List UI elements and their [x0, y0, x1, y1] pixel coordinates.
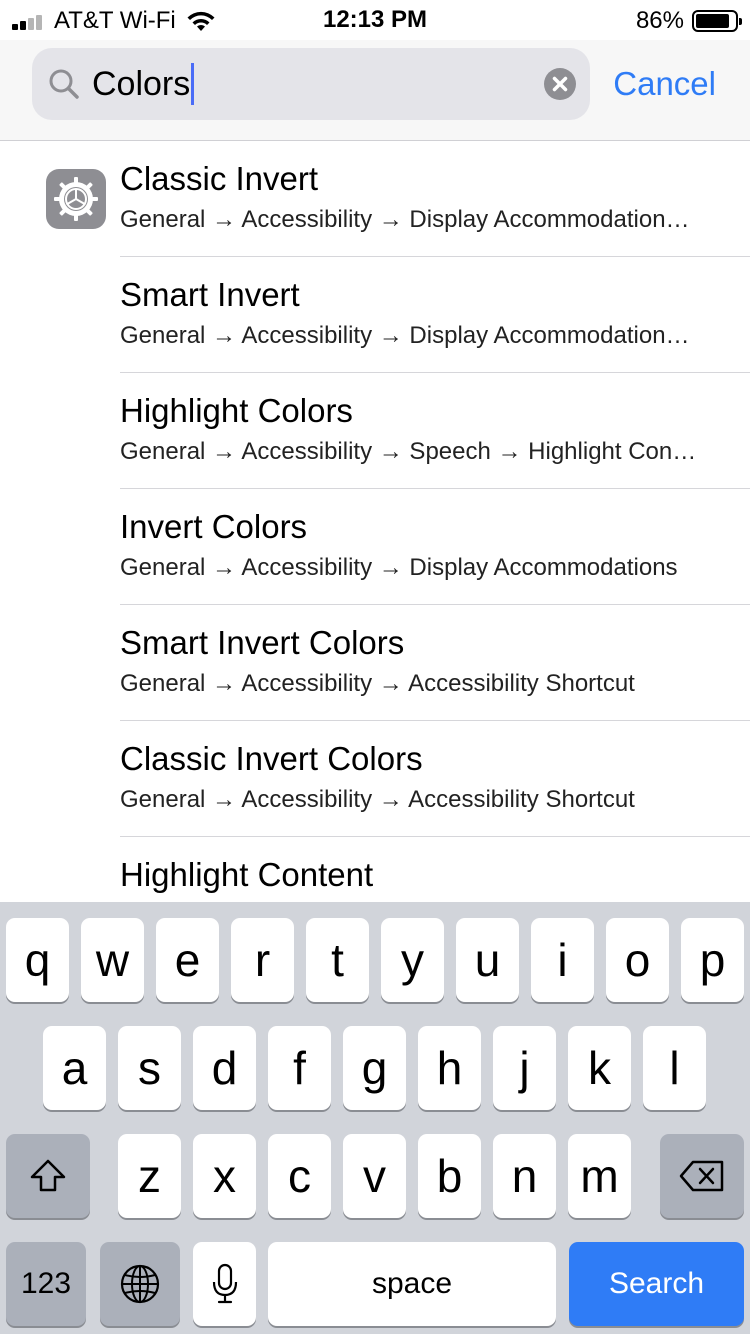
result-item-highlight-content[interactable]: Highlight Content: [0, 837, 750, 902]
backspace-icon: [679, 1160, 724, 1192]
key-j[interactable]: j: [493, 1026, 556, 1110]
result-title: Classic Invert: [120, 160, 319, 197]
result-item-classic-invert[interactable]: Classic Invert General → Accessibility →…: [0, 141, 750, 257]
result-path: General → Accessibility → Accessibility …: [120, 786, 635, 813]
key-a[interactable]: a: [43, 1026, 106, 1110]
key-y[interactable]: y: [381, 918, 444, 1002]
key-n[interactable]: n: [493, 1134, 556, 1218]
result-path: General → Accessibility → Display Accomm…: [120, 322, 690, 349]
result-path: General → Accessibility → Speech → Highl…: [120, 438, 697, 465]
result-item-smart-invert[interactable]: Smart Invert General → Accessibility → D…: [0, 257, 750, 373]
result-path: General → Accessibility → Display Accomm…: [120, 554, 678, 581]
search-icon: [49, 69, 79, 99]
clear-text-icon[interactable]: [544, 68, 576, 100]
result-title: Smart Invert: [120, 276, 300, 313]
result-title: Classic Invert Colors: [120, 740, 423, 777]
key-l[interactable]: l: [643, 1026, 706, 1110]
shift-icon: [30, 1159, 66, 1192]
battery-percentage: 86%: [635, 7, 684, 34]
battery-fill: [696, 14, 729, 28]
search-header: Colors Cancel: [0, 40, 750, 141]
globe-icon: [120, 1264, 160, 1304]
key-t[interactable]: t: [306, 918, 369, 1002]
text-caret: [191, 63, 195, 105]
key-o[interactable]: o: [606, 918, 669, 1002]
result-title: Smart Invert Colors: [120, 624, 405, 661]
space-key[interactable]: space: [268, 1242, 556, 1326]
gear-icon: [46, 169, 106, 229]
status-right: 86%: [635, 6, 742, 36]
result-path: General → Accessibility → Accessibility …: [120, 670, 635, 697]
dictation-key[interactable]: [193, 1242, 256, 1326]
shift-key[interactable]: [6, 1134, 90, 1218]
result-item-smart-invert-colors[interactable]: Smart Invert Colors General → Accessibil…: [0, 605, 750, 721]
key-s[interactable]: s: [118, 1026, 181, 1110]
key-q[interactable]: q: [6, 918, 69, 1002]
key-z[interactable]: z: [118, 1134, 181, 1218]
key-r[interactable]: r: [231, 918, 294, 1002]
microphone-icon: [212, 1263, 237, 1304]
status-bar: AT&T Wi-Fi 12:13 PM 86%: [0, 0, 750, 40]
cancel-button[interactable]: Cancel: [613, 62, 716, 106]
key-e[interactable]: e: [156, 918, 219, 1002]
battery-icon: [692, 10, 742, 32]
key-p[interactable]: p: [681, 918, 744, 1002]
result-path: General → Accessibility → Display Accomm…: [120, 206, 690, 233]
result-item-invert-colors[interactable]: Invert Colors General → Accessibility → …: [0, 489, 750, 605]
key-d[interactable]: d: [193, 1026, 256, 1110]
search-key[interactable]: Search: [569, 1242, 744, 1326]
result-title: Invert Colors: [120, 508, 308, 545]
key-h[interactable]: h: [418, 1026, 481, 1110]
search-results-list: Classic Invert General → Accessibility →…: [0, 141, 750, 902]
key-b[interactable]: b: [418, 1134, 481, 1218]
keyboard: q w e r t y u i o p a s d f g h j k l z …: [0, 902, 750, 1334]
search-input[interactable]: Colors: [92, 62, 195, 106]
globe-key[interactable]: [100, 1242, 180, 1326]
key-w[interactable]: w: [81, 918, 144, 1002]
key-k[interactable]: k: [568, 1026, 631, 1110]
key-i[interactable]: i: [531, 918, 594, 1002]
result-item-highlight-colors[interactable]: Highlight Colors General → Accessibility…: [0, 373, 750, 489]
delete-key[interactable]: [660, 1134, 744, 1218]
search-field[interactable]: Colors: [32, 48, 590, 120]
search-query-text: Colors: [92, 65, 191, 103]
key-m[interactable]: m: [568, 1134, 631, 1218]
key-v[interactable]: v: [343, 1134, 406, 1218]
key-x[interactable]: x: [193, 1134, 256, 1218]
result-title: Highlight Content: [120, 856, 374, 893]
key-f[interactable]: f: [268, 1026, 331, 1110]
key-c[interactable]: c: [268, 1134, 331, 1218]
key-u[interactable]: u: [456, 918, 519, 1002]
result-title: Highlight Colors: [120, 392, 353, 429]
result-item-classic-invert-colors[interactable]: Classic Invert Colors General → Accessib…: [0, 721, 750, 837]
numbers-key[interactable]: 123: [6, 1242, 86, 1326]
key-g[interactable]: g: [343, 1026, 406, 1110]
